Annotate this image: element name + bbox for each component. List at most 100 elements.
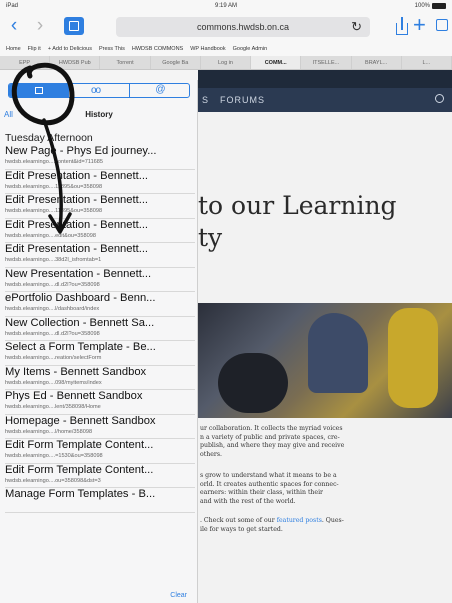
url-text: commons.hwdsb.on.ca <box>196 22 290 32</box>
status-bar: iPad 9:19 AM 100% <box>0 0 452 12</box>
new-tab-button[interactable]: + <box>413 14 426 36</box>
paragraph-line: others. <box>200 450 222 458</box>
history-item-url: hwdsb.elearningo....dl.d2l?ou=358098 <box>5 330 100 337</box>
favorite-link[interactable]: HWDSB COMMONS <box>132 46 183 52</box>
browser-tab[interactable]: ITSELLE... <box>301 56 352 69</box>
bookmarks-popover: oo @ All History Tuesday Afternoon New P… <box>0 80 198 603</box>
history-item-url: hwdsb.elearningo....lent/358098/Home <box>5 404 101 410</box>
favorite-link[interactable]: Press This <box>99 46 125 52</box>
history-item[interactable]: Select a Form Template - Be... hwdsb.elea… <box>5 341 195 366</box>
browser-tab[interactable]: BRAYL... <box>352 56 402 69</box>
site-nav: S FORUMS <box>198 88 452 112</box>
favorite-link[interactable]: + Add to Delicious <box>48 46 92 52</box>
browser-tab[interactable]: Log in <box>201 56 252 69</box>
welcome-heading: to our Learning ty <box>198 191 397 252</box>
browser-tab[interactable]: L... <box>402 56 452 69</box>
history-item-url: hwdsb.elearningo....content&id=711685 <box>5 159 104 165</box>
history-item-title: Edit Presentation - Bennett... <box>5 194 149 206</box>
favorites-bar: Home Flip it + Add to Delicious Press This H… <box>0 42 452 56</box>
history-header: All History <box>0 108 197 122</box>
history-item[interactable]: Phys Ed - Bennett Sandbox hwdsb.elearning… <box>5 390 195 415</box>
favorite-link[interactable]: WP Handbook <box>190 46 225 52</box>
battery-label: 100% <box>414 3 430 9</box>
back-button[interactable]: ‹ <box>4 16 24 36</box>
site-admin-bar <box>198 70 452 88</box>
history-item-url: hwdsb.elearningo....098/myitems/index <box>5 379 102 386</box>
tabs-overview-icon[interactable] <box>436 19 448 31</box>
paragraph-line: earners: within their class, within thei… <box>200 489 324 496</box>
history-item[interactable]: My Items - Bennett Sandbox hwdsb.elearnin… <box>5 365 195 390</box>
share-button[interactable] <box>394 17 410 36</box>
history-item-title: Edit Form Template Content... <box>5 439 154 451</box>
book-icon <box>69 21 79 31</box>
history-item-title: Homepage - Bennett Sandbox <box>5 414 156 427</box>
browser-tab[interactable]: COMM... <box>251 56 302 69</box>
browser-tab[interactable]: HWDSB Pub <box>50 56 101 69</box>
history-item[interactable]: Manage Form Templates - B... <box>5 488 195 513</box>
history-item-title: Edit Form Template Content... <box>5 463 154 476</box>
history-item-url: hwdsb.elearningo....11895&ou=358098 <box>5 208 103 214</box>
paragraph-line: s grow to understand what it means to be… <box>200 472 337 479</box>
favorite-link[interactable]: Home <box>6 46 21 52</box>
glasses-icon: oo <box>90 85 101 96</box>
history-item[interactable]: New Presentation - Bennett... hwdsb.elear… <box>5 267 195 292</box>
history-item[interactable]: New Collection - Bennett Sa... hwdsb.elea… <box>5 316 195 341</box>
nav-item[interactable]: S <box>202 95 209 105</box>
history-item-url: hwdsb.elearningo....=1530&ou=358098 <box>5 453 103 459</box>
featured-posts-link[interactable]: featured posts <box>277 517 322 524</box>
web-page: S FORUMS to our Learning ty ur collabora… <box>198 70 452 603</box>
history-item-title: Edit Presentation - Bennett... <box>5 243 149 255</box>
address-bar[interactable]: commons.hwdsb.on.ca ↻ <box>116 17 370 37</box>
mission-paragraph: s grow to understand what it means to be… <box>200 472 446 506</box>
history-item-title: Manage Form Templates - B... <box>5 488 156 500</box>
browser-tab[interactable]: Google Ba <box>151 56 201 69</box>
segment-reading-list[interactable]: oo <box>69 84 130 97</box>
featured-paragraph: . Check out some of our featured posts. … <box>200 517 344 533</box>
battery-icon <box>432 3 446 9</box>
history-item-url: hwdsb.elearningo....ou=358098&dst=3 <box>5 477 101 484</box>
reload-icon[interactable]: ↻ <box>351 19 362 35</box>
at-sign-icon: @ <box>155 84 166 95</box>
favorite-link[interactable]: Google Admin <box>233 46 268 52</box>
browser-tab[interactable]: Torrent <box>100 56 151 69</box>
history-item-url: hwdsb.elearningo....l/dashboard/index <box>5 306 100 312</box>
history-item-title: Edit Presentation - Bennett... <box>5 169 149 182</box>
history-item[interactable]: Edit Presentation - Bennett... hwdsb.elea… <box>5 243 195 268</box>
hero-image <box>198 303 452 418</box>
history-item[interactable]: Edit Form Template Content... hwdsb.elear… <box>5 463 195 488</box>
paragraph-line: ur collaboration. It collects the myriad… <box>200 425 343 432</box>
favorite-link[interactable]: Flip it <box>28 46 41 52</box>
history-item[interactable]: Edit Presentation - Bennett... hwdsb.elea… <box>5 218 195 243</box>
segment-shared-links[interactable]: @ <box>130 84 189 97</box>
history-item[interactable]: Homepage - Bennett Sandbox hwdsb.elearnin… <box>5 414 195 439</box>
nav-item-forums[interactable]: FORUMS <box>220 95 265 105</box>
history-item-title: My Items - Bennett Sandbox <box>5 365 147 378</box>
intro-paragraph: ur collaboration. It collects the myriad… <box>200 425 446 459</box>
paragraph-line: orld. It creates authentic spaces for co… <box>200 480 339 488</box>
search-icon[interactable] <box>435 94 444 103</box>
history-item[interactable]: Edit Form Template Content... hwdsb.elear… <box>5 439 195 464</box>
history-item[interactable]: ePortfolio Dashboard - Benn... hwdsb.elea… <box>5 292 195 317</box>
history-item-title: New Page - Phys Ed journey... <box>5 145 157 157</box>
segment-bookmarks[interactable] <box>9 84 70 97</box>
history-item-title: ePortfolio Dashboard - Benn... <box>5 292 156 304</box>
history-item-url: hwdsb.elearningo....l/home/358098 <box>5 428 93 435</box>
forward-button[interactable]: › <box>30 16 50 36</box>
history-item[interactable]: New Page - Phys Ed journey... hwdsb.elear… <box>5 145 195 170</box>
history-list: New Page - Phys Ed journey... hwdsb.elear… <box>5 145 195 513</box>
history-item-title: Edit Presentation - Bennett... <box>5 218 149 231</box>
paragraph-line: n a variety of public and private spaces… <box>200 433 340 441</box>
clear-history-button[interactable]: Clear <box>170 592 187 599</box>
history-item-url: hwdsb.elearningo....reation/selectForm <box>5 355 102 361</box>
browser-tab[interactable]: EPP <box>0 56 51 69</box>
browser-toolbar: ‹ › commons.hwdsb.on.ca ↻ + <box>0 12 452 42</box>
history-item[interactable]: Edit Presentation - Bennett... hwdsb.elea… <box>5 194 195 219</box>
paragraph-line: publish, and where they may give and rec… <box>200 442 345 449</box>
bookmarks-button[interactable] <box>64 17 84 35</box>
history-item[interactable]: Edit Presentation - Bennett... hwdsb.elea… <box>5 169 195 194</box>
history-item-title: Select a Form Template - Be... <box>5 341 156 353</box>
history-item-title: New Collection - Bennett Sa... <box>5 316 155 329</box>
history-item-url: hwdsb.elearningo....38d2l_isfromtab=1 <box>5 257 102 263</box>
bookmarks-segmented-control: oo @ <box>8 83 190 98</box>
history-item-title: New Presentation - Bennett... <box>5 267 152 280</box>
